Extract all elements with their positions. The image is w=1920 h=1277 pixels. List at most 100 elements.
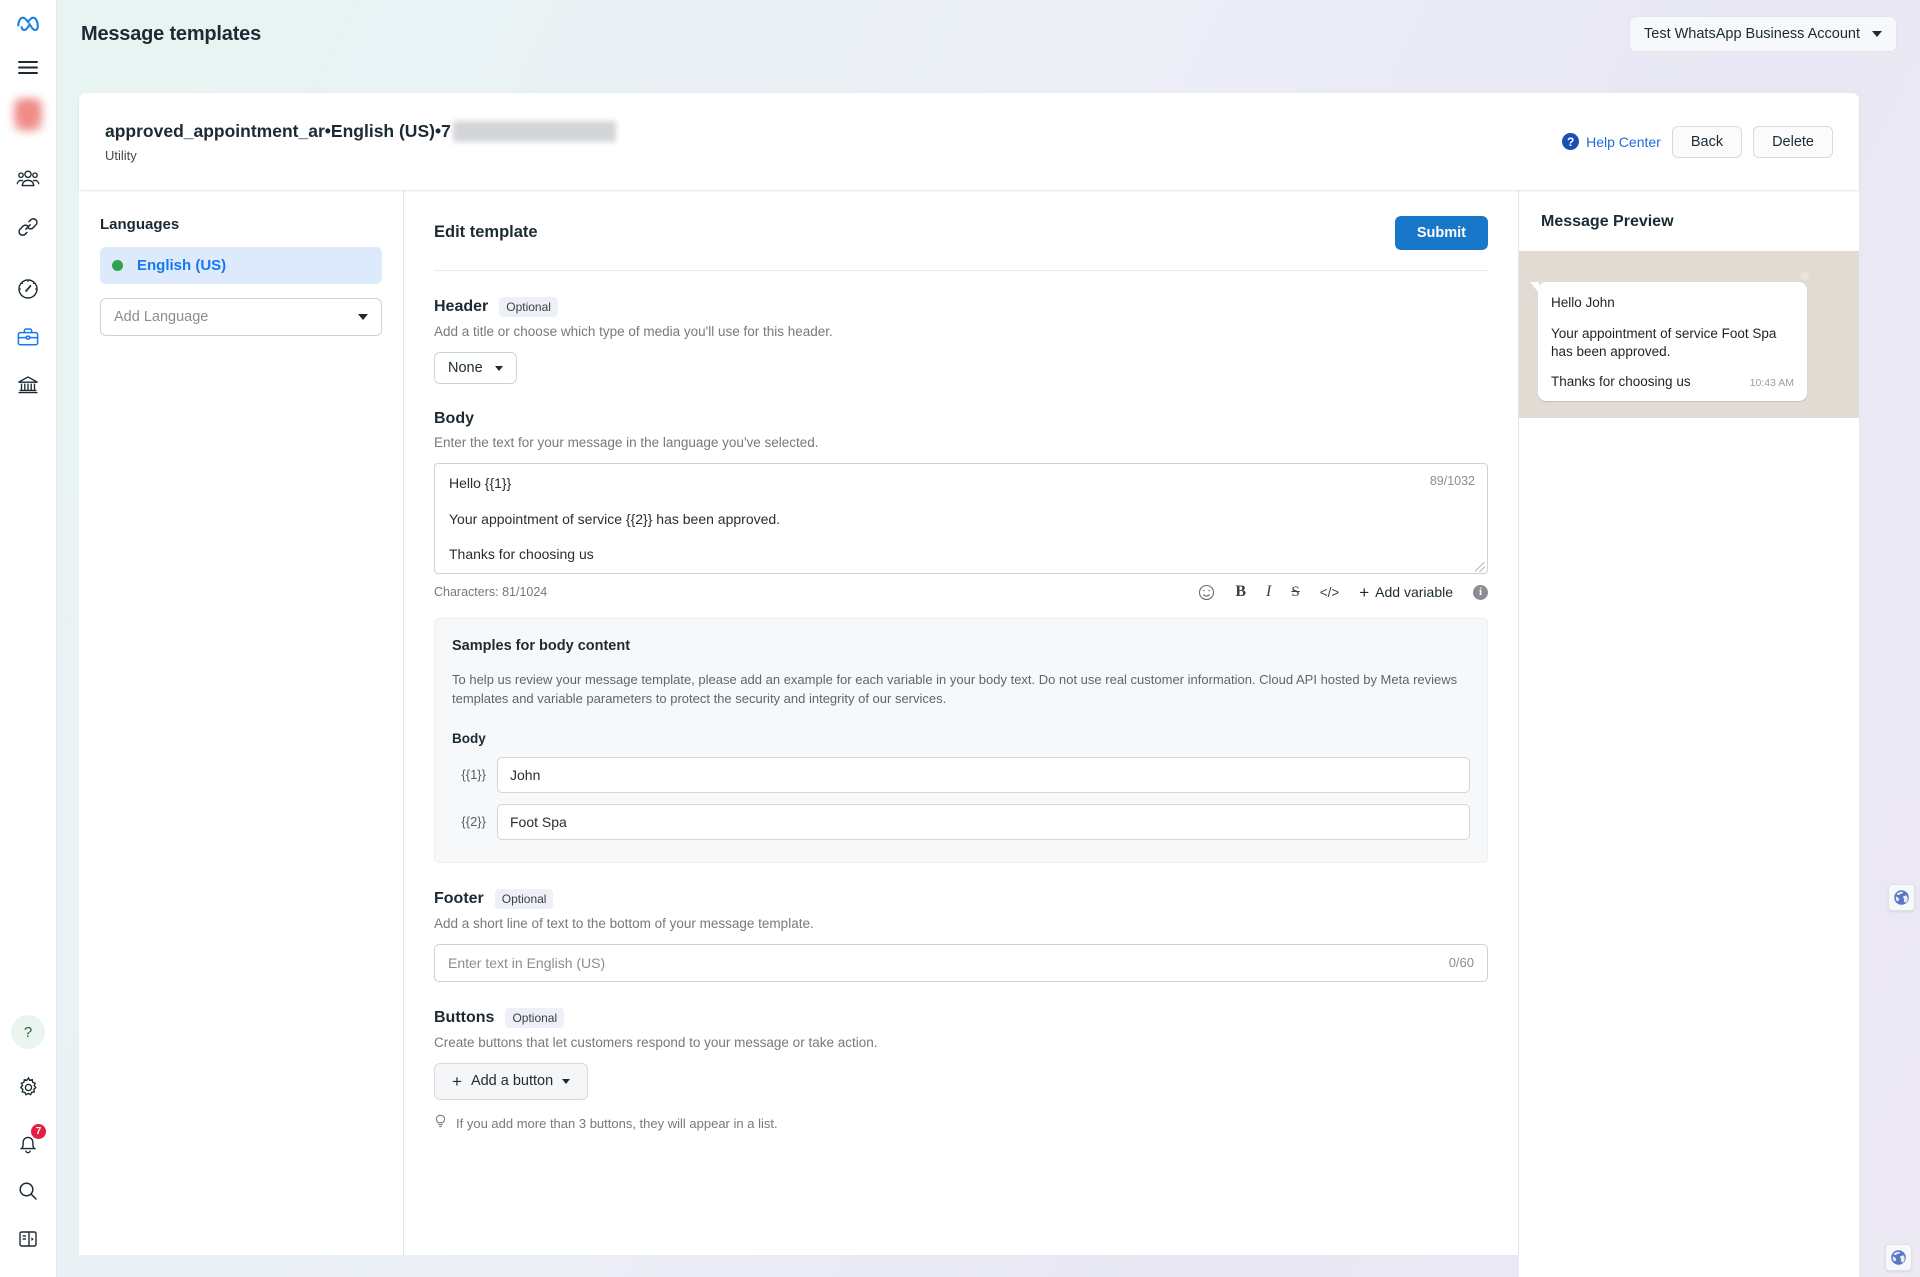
add-language-select[interactable]: Add Language [100, 298, 382, 336]
template-title: approved_appointment_ar • English (US) •… [105, 120, 616, 142]
help-center-link[interactable]: ? Help Center [1562, 133, 1661, 150]
sidebar-item-english-us[interactable]: English (US) [100, 247, 382, 284]
italic-button[interactable]: I [1266, 583, 1271, 601]
people-icon[interactable] [8, 159, 48, 199]
back-button[interactable]: Back [1671, 125, 1743, 158]
samples-card: Samples for body content To help us revi… [434, 618, 1488, 863]
status-dot-icon [112, 260, 123, 271]
body-textarea[interactable]: Hello {{1}} Your appointment of service … [434, 463, 1488, 574]
chevron-down-icon [562, 1078, 571, 1084]
preview-line-1: Hello John [1551, 295, 1615, 310]
avatar [13, 98, 43, 132]
footer-text-input[interactable]: Enter text in English (US) 0/60 [434, 943, 1488, 982]
footer-section-description: Add a short line of text to the bottom o… [434, 915, 814, 931]
body-toolbar: Characters: 81/1024 B I S </> + Add vari… [434, 583, 1488, 601]
search-icon[interactable] [8, 1171, 48, 1211]
header-actions: ? Help Center Back Delete [1562, 125, 1833, 158]
variable-value-input-1[interactable]: John [497, 756, 1470, 793]
globe-icon[interactable] [1888, 884, 1915, 911]
sample-variable-row: {{2}} Foot Spa [452, 803, 1470, 840]
body-inner-counter: 89/1032 [1429, 474, 1475, 488]
body-line-3: Thanks for choosing us [449, 546, 594, 562]
account-selector[interactable]: Test WhatsApp Business Account [1630, 17, 1896, 51]
add-language-placeholder: Add Language [114, 309, 209, 325]
add-variable-button[interactable]: + Add variable [1359, 584, 1453, 601]
topbar-right: Test WhatsApp Business Account [1630, 17, 1896, 51]
strikethrough-button[interactable]: S [1291, 584, 1299, 601]
add-a-button-label: Add a button [470, 1073, 554, 1090]
template-id-prefix: 7 [441, 120, 451, 141]
plus-icon: + [1359, 582, 1370, 602]
page-title: Message templates [81, 22, 262, 45]
left-rail: ? 7 [0, 0, 57, 1277]
languages-heading: Languages [100, 216, 180, 233]
edit-template-panel: Edit template Submit Header Optional Add… [404, 190, 1519, 1255]
variable-value-input-2[interactable]: Foot Spa [497, 803, 1470, 840]
divider [434, 270, 1488, 271]
preview-line-3: Thanks for choosing us [1551, 374, 1691, 390]
template-header-card: approved_appointment_ar • English (US) •… [79, 93, 1859, 190]
add-a-button-button[interactable]: + Add a button [434, 1062, 589, 1100]
account-selector-label: Test WhatsApp Business Account [1644, 26, 1860, 42]
lightbulb-icon [434, 1114, 447, 1133]
buttons-optional-badge: Optional [505, 1007, 565, 1028]
message-preview-title: Message Preview [1541, 213, 1674, 230]
languages-panel: Languages English (US) Add Language [79, 190, 404, 1255]
body-section-title-row: Body [434, 410, 1488, 428]
template-header-text: approved_appointment_ar • English (US) •… [105, 120, 616, 163]
link-icon[interactable] [8, 207, 48, 247]
globe-icon[interactable] [1885, 1244, 1912, 1271]
emoji-icon[interactable] [1198, 584, 1215, 601]
textarea-resize-handle[interactable] [1475, 562, 1485, 572]
add-variable-label: Add variable [1375, 584, 1453, 600]
body-line-2: Your appointment of service {{2}} has be… [449, 510, 781, 527]
help-question-icon: ? [1562, 133, 1580, 150]
hamburger-menu-icon[interactable] [8, 47, 48, 87]
chevron-down-icon [1872, 31, 1882, 37]
body-section-title: Body [434, 410, 474, 427]
body-section-description: Enter the text for your message in the l… [434, 435, 819, 450]
header-type-value: None [448, 360, 483, 376]
gear-icon[interactable] [8, 1067, 48, 1107]
header-section-description: Add a title or choose which type of medi… [434, 324, 833, 339]
body-toolbar-actions: B I S </> + Add variable i [1198, 583, 1488, 601]
bold-button[interactable]: B [1235, 583, 1246, 601]
panel-icon[interactable] [8, 1219, 48, 1259]
avatar-icon[interactable] [8, 95, 48, 135]
preview-chat-canvas: Hello John Your appointment of service F… [1519, 251, 1859, 418]
preview-line-3-row: Thanks for choosing us 10:43 AM [1551, 373, 1794, 391]
header-section-title-row: Header Optional [434, 297, 1488, 317]
gauge-icon[interactable] [8, 269, 48, 309]
header-type-select[interactable]: None [434, 352, 517, 384]
preview-timestamp: 10:43 AM [1749, 377, 1794, 390]
footer-section-title: Footer [434, 889, 484, 907]
header-section-title: Header [434, 298, 489, 315]
message-preview-panel: Message Preview Hello John Your appointm… [1519, 190, 1859, 1277]
preview-message-bubble: Hello John Your appointment of service F… [1530, 282, 1807, 402]
submit-button[interactable]: Submit [1394, 216, 1488, 250]
bank-icon[interactable] [8, 365, 48, 405]
template-name: approved_appointment_ar [105, 120, 325, 141]
code-button[interactable]: </> [1320, 585, 1340, 600]
help-icon[interactable]: ? [11, 1015, 45, 1049]
info-icon[interactable]: i [1473, 584, 1488, 600]
footer-counter: 0/60 [1448, 955, 1474, 971]
footer-placeholder: Enter text in English (US) [448, 954, 606, 971]
delete-button[interactable]: Delete [1753, 125, 1833, 158]
samples-description: To help us review your message template,… [452, 672, 1458, 706]
variable-key-2: {{2}} [461, 814, 486, 830]
template-language: English (US) [330, 120, 435, 141]
footer-section-title-row: Footer Optional [434, 888, 1488, 909]
bell-icon[interactable]: 7 [8, 1123, 48, 1163]
meta-logo-icon[interactable] [15, 12, 41, 37]
buttons-section-description: Create buttons that let customers respon… [434, 1034, 878, 1050]
svg-text:?: ? [24, 1024, 32, 1041]
sample-variable-row: {{1}} John [452, 756, 1470, 793]
header-optional-badge: Optional [499, 297, 558, 317]
characters-counter: Characters: 81/1024 [434, 585, 548, 599]
briefcase-icon[interactable] [8, 317, 48, 357]
editor-header-row: Edit template Submit [434, 216, 1488, 250]
redacted-template-id [452, 120, 616, 142]
variable-key-1: {{1}} [461, 767, 486, 783]
samples-body-label: Body [452, 730, 486, 746]
